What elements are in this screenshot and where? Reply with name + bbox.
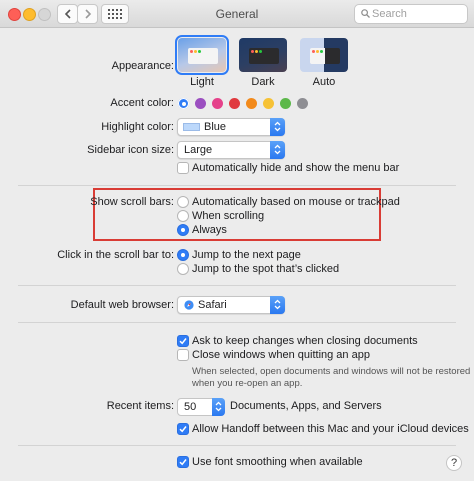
- accent-color-swatch[interactable]: [212, 98, 223, 109]
- popup-arrows: [270, 118, 285, 136]
- appearance-auto-label: Auto: [312, 76, 336, 88]
- recent-items-label: Recent items:: [106, 400, 174, 412]
- appearance-label: Appearance:: [111, 60, 174, 72]
- checkmark-icon: [179, 459, 187, 466]
- safari-icon: [184, 300, 194, 310]
- accent-color-label: Accent color:: [110, 97, 174, 109]
- appearance-dark-label: Dark: [251, 76, 275, 88]
- sidebar-icon-size-label: Sidebar icon size:: [87, 144, 174, 156]
- recent-items-popup[interactable]: 50: [177, 398, 225, 416]
- preview-dot: [198, 50, 201, 53]
- close-windows-label: Close windows when quitting an app: [192, 349, 370, 361]
- accent-color-swatch[interactable]: [280, 98, 291, 109]
- scrollbars-when-scrolling-label: When scrolling: [192, 210, 265, 222]
- section-divider: [18, 445, 456, 446]
- popup-arrows: [270, 296, 285, 314]
- accent-color-swatch[interactable]: [263, 98, 274, 109]
- highlight-color-popup[interactable]: Blue: [177, 118, 285, 136]
- appearance-dark-option[interactable]: [239, 38, 287, 72]
- title-bar: General Search: [0, 0, 474, 28]
- accent-color-swatch[interactable]: [178, 98, 189, 109]
- accent-color-swatch[interactable]: [195, 98, 206, 109]
- sidebar-icon-size-popup[interactable]: Large: [177, 141, 285, 159]
- preview-dot: [316, 50, 319, 53]
- recent-items-suffix: Documents, Apps, and Servers: [230, 400, 382, 412]
- preview-dot: [312, 50, 315, 53]
- appearance-light-option[interactable]: [175, 35, 229, 75]
- default-browser-label: Default web browser:: [70, 299, 174, 311]
- chevron-updown-icon: [274, 121, 281, 132]
- highlight-swatch: [183, 123, 200, 131]
- popup-arrows: [212, 398, 225, 416]
- scrollbars-always-label: Always: [192, 224, 227, 236]
- jump-next-page-label: Jump to the next page: [192, 249, 301, 261]
- preview-dot: [190, 50, 193, 53]
- preview-dot: [251, 50, 254, 53]
- ask-keep-changes-label: Ask to keep changes when closing documen…: [192, 335, 418, 347]
- section-divider: [18, 322, 456, 323]
- scrollbars-auto-label: Automatically based on mouse or trackpad: [192, 196, 400, 208]
- accent-color-swatch[interactable]: [297, 98, 308, 109]
- jump-next-page-radio[interactable]: [177, 249, 189, 261]
- click-scroll-bar-label: Click in the scroll bar to:: [57, 249, 174, 261]
- search-icon: [361, 9, 370, 18]
- recent-items-value: 50: [184, 401, 197, 413]
- close-windows-note-line2: when you re-open an app.: [192, 378, 303, 389]
- preview-dot: [259, 50, 262, 53]
- ask-keep-changes-checkbox[interactable]: [177, 335, 189, 347]
- close-windows-note-line1: When selected, open documents and window…: [192, 366, 471, 377]
- show-scroll-bars-label: Show scroll bars:: [90, 196, 174, 208]
- sidebar-icon-size-value: Large: [184, 144, 213, 156]
- default-browser-popup[interactable]: Safari: [177, 296, 285, 314]
- chevron-updown-icon: [274, 144, 281, 155]
- accent-color-swatch[interactable]: [229, 98, 240, 109]
- menubar-autohide-checkbox[interactable]: [177, 162, 189, 174]
- preview-dot: [320, 50, 323, 53]
- search-field[interactable]: Search: [354, 4, 468, 24]
- chevron-updown-icon: [274, 299, 281, 310]
- font-smoothing-checkbox[interactable]: [177, 456, 189, 468]
- handoff-label: Allow Handoff between this Mac and your …: [192, 423, 469, 435]
- preview-dot: [194, 50, 197, 53]
- popup-arrows: [270, 141, 285, 159]
- appearance-light-label: Light: [190, 76, 214, 88]
- menubar-autohide-label: Automatically hide and show the menu bar: [192, 162, 400, 174]
- font-smoothing-label: Use font smoothing when available: [192, 456, 363, 468]
- preview-dot: [255, 50, 258, 53]
- jump-to-spot-radio[interactable]: [177, 263, 189, 275]
- highlight-color-label: Highlight color:: [101, 121, 174, 133]
- chevron-updown-icon: [215, 401, 222, 412]
- accent-color-swatch[interactable]: [246, 98, 257, 109]
- default-browser-value: Safari: [198, 299, 227, 311]
- preferences-window: General Search Appearance: Light Dark Au…: [0, 0, 474, 481]
- scrollbars-always-radio[interactable]: [177, 224, 189, 236]
- handoff-checkbox[interactable]: [177, 423, 189, 435]
- close-windows-checkbox[interactable]: [177, 349, 189, 361]
- jump-to-spot-label: Jump to the spot that’s clicked: [192, 263, 340, 275]
- checkmark-icon: [179, 338, 187, 345]
- highlight-color-value: Blue: [204, 121, 227, 133]
- search-placeholder: Search: [372, 8, 407, 20]
- help-button[interactable]: ?: [446, 455, 462, 471]
- scrollbars-auto-radio[interactable]: [177, 196, 189, 208]
- scrollbars-when-scrolling-radio[interactable]: [177, 210, 189, 222]
- appearance-auto-option[interactable]: [300, 38, 348, 72]
- section-divider: [18, 285, 456, 286]
- checkmark-icon: [179, 426, 187, 433]
- section-divider: [18, 185, 456, 186]
